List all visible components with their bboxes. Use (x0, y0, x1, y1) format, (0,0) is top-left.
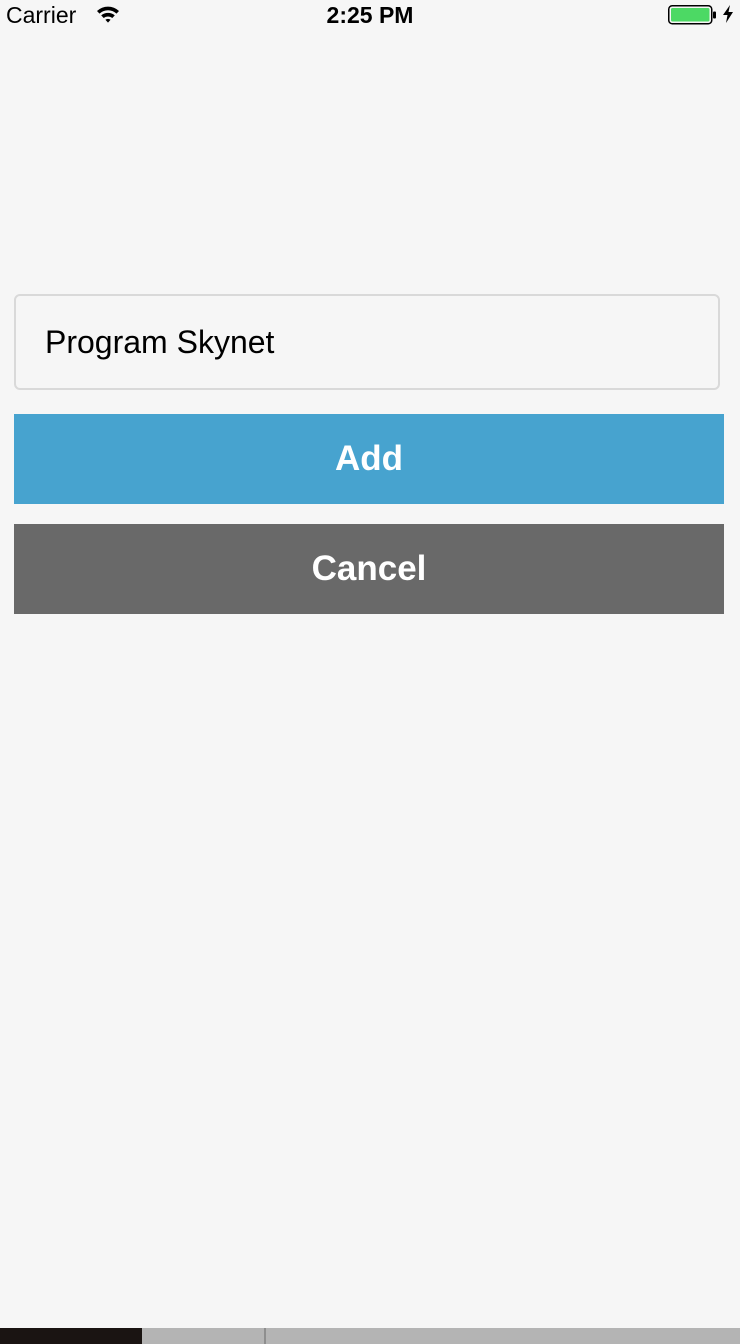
task-name-input[interactable] (14, 294, 720, 390)
cancel-button[interactable]: Cancel (14, 524, 724, 614)
bottom-strip-divider (264, 1328, 266, 1344)
battery-level-fill (671, 8, 710, 22)
clock: 2:25 PM (326, 2, 414, 28)
status-bar: Carrier 2:25 PM (0, 0, 740, 30)
charging-bolt-icon (723, 5, 733, 23)
battery-icon (668, 5, 716, 25)
add-button[interactable]: Add (14, 414, 724, 504)
bottom-strip (0, 1328, 740, 1344)
bottom-strip-thumbnail (0, 1328, 142, 1344)
